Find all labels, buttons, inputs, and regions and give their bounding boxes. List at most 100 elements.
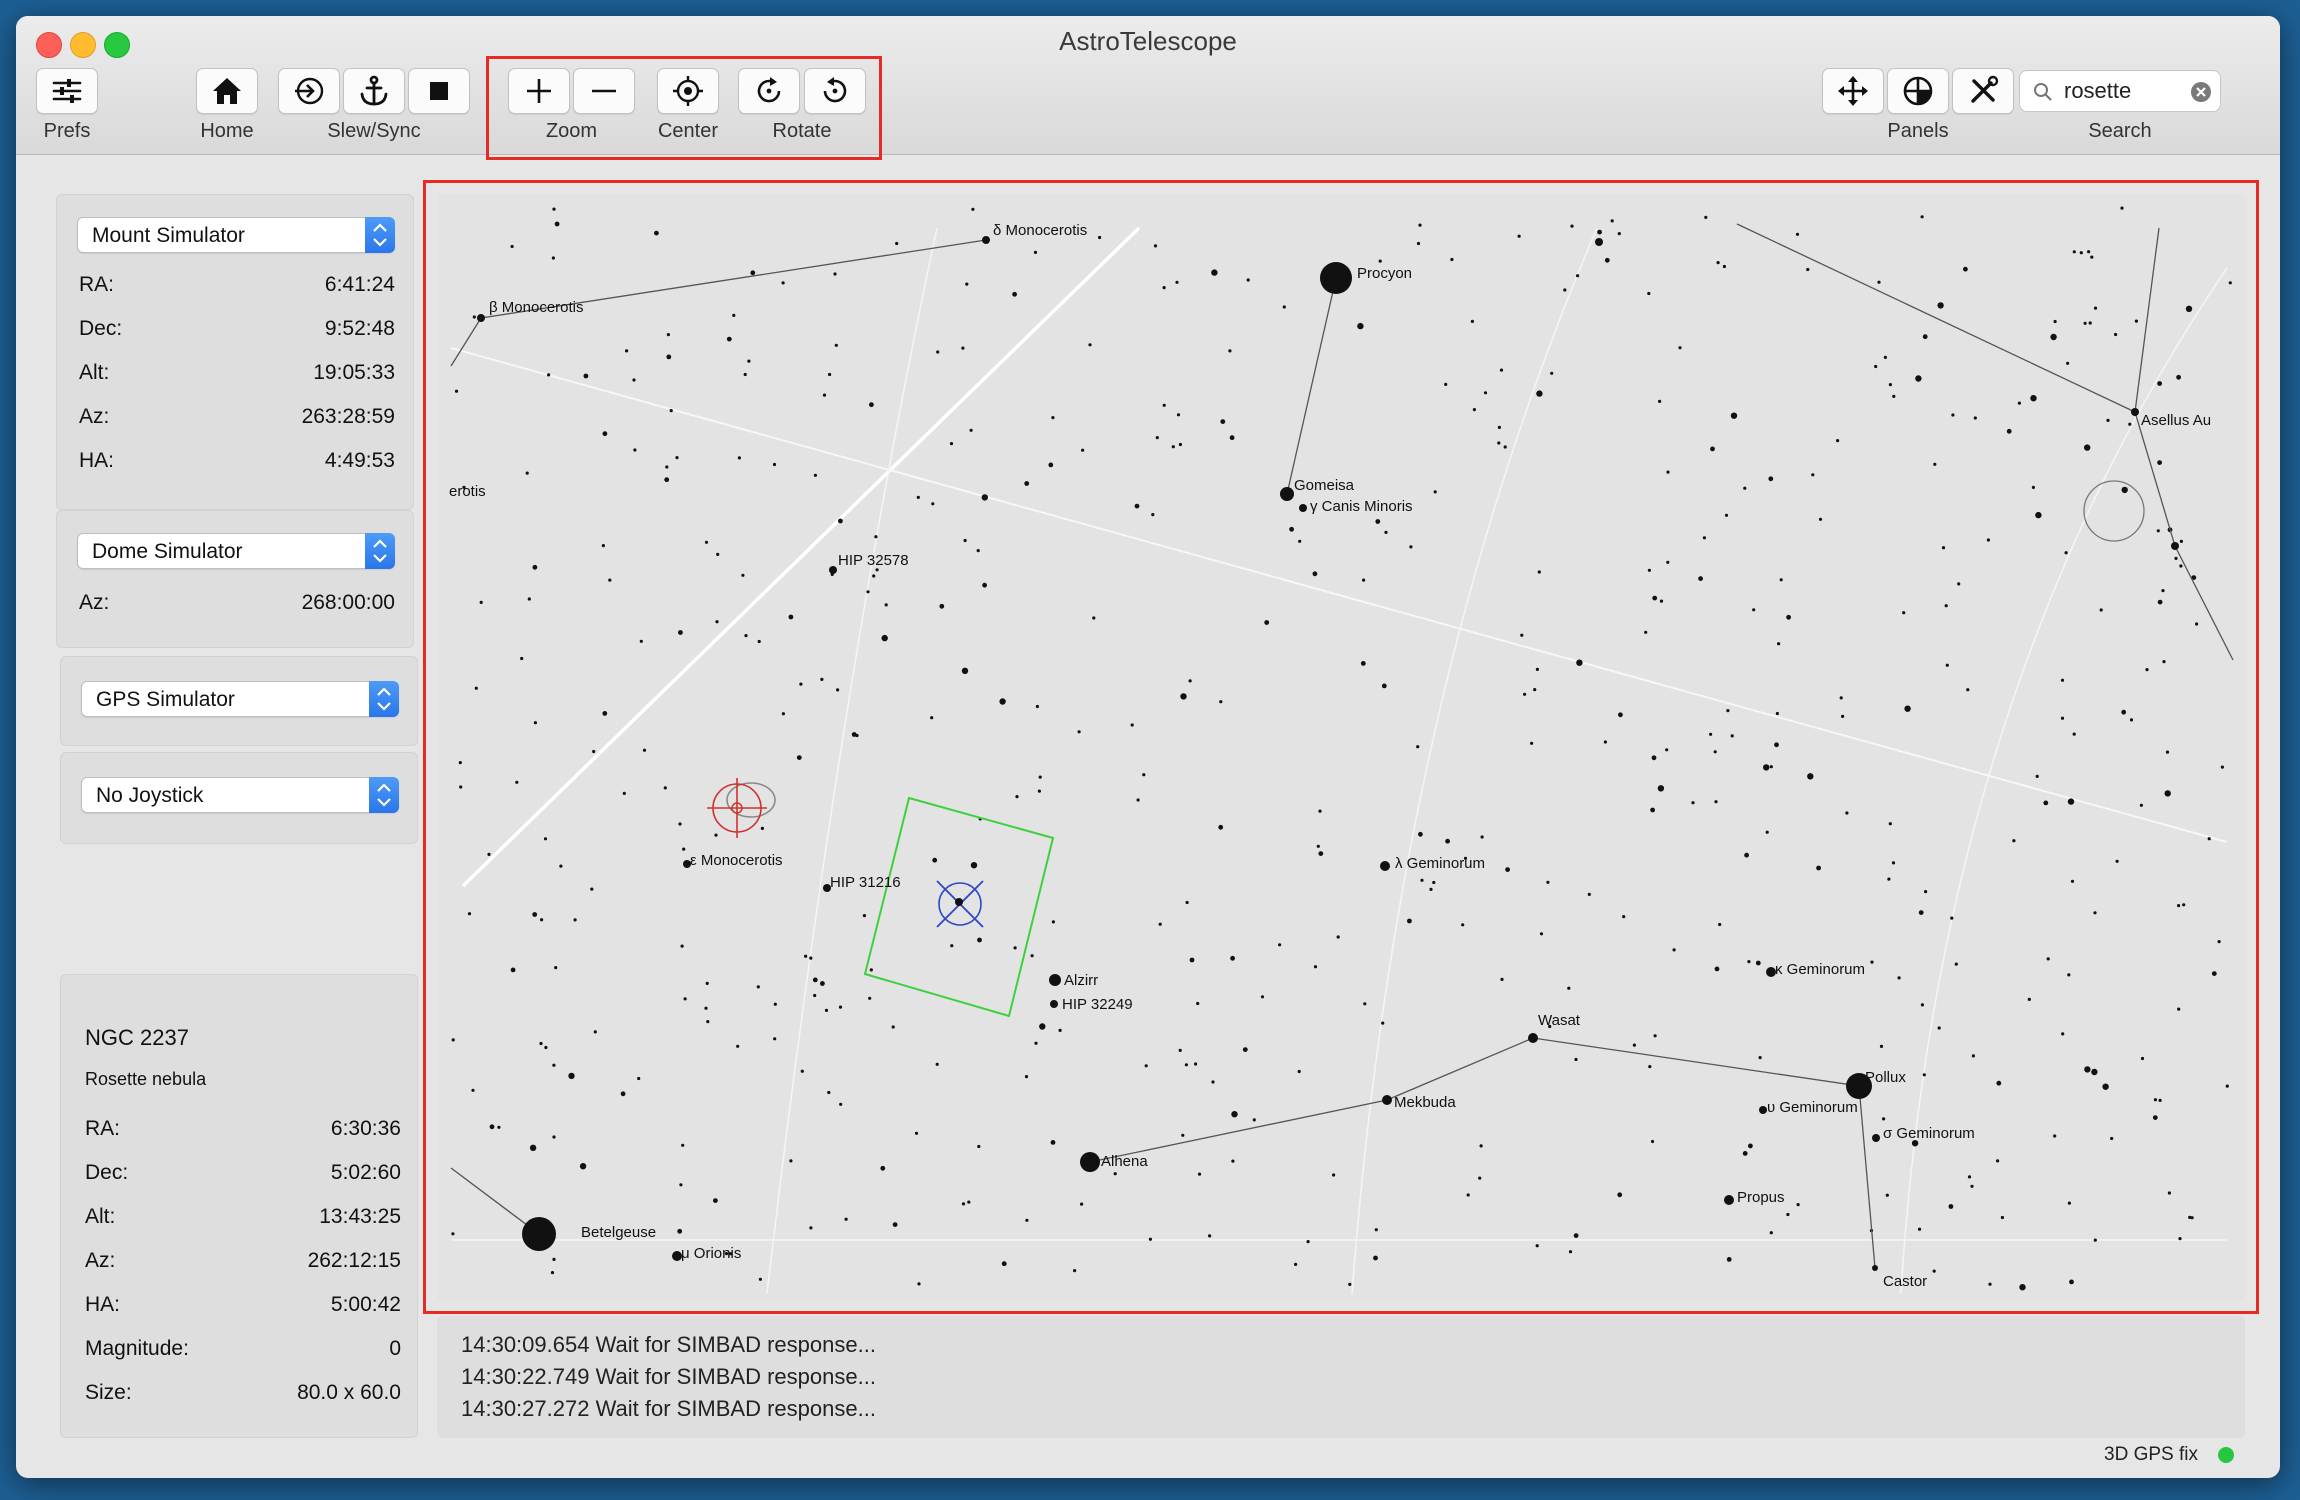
field-star: [967, 1200, 971, 1204]
open-cluster-marker[interactable]: [2083, 480, 2145, 542]
slew-button[interactable]: [278, 68, 340, 114]
field-star: [969, 428, 973, 432]
field-star: [2060, 678, 2065, 682]
field-star: [474, 686, 478, 690]
field-star: [2072, 732, 2076, 736]
named-star[interactable]: [1049, 974, 1061, 986]
field-star: [1722, 264, 1726, 269]
field-star: [1891, 861, 1896, 865]
field-star: [1229, 435, 1235, 441]
object-magnitude-key: Magnitude:: [85, 1337, 189, 1360]
dome-select[interactable]: Dome Simulator: [77, 533, 395, 569]
field-star: [2093, 911, 2097, 915]
prefs-button[interactable]: [36, 68, 98, 114]
named-star[interactable]: [1299, 504, 1307, 512]
field-star: [1920, 1003, 1924, 1007]
field-star: [1888, 822, 1892, 826]
field-star: [1278, 943, 1282, 947]
clear-icon[interactable]: [2190, 81, 2212, 103]
gps-select[interactable]: GPS Simulator: [81, 681, 399, 717]
field-star: [2153, 1098, 2157, 1102]
panels-label: Panels: [1887, 120, 1949, 142]
field-star: [1786, 614, 1791, 620]
field-star: [1786, 1212, 1790, 1217]
field-star: [2017, 401, 2021, 405]
field-star: [1480, 835, 1484, 839]
field-star: [1874, 364, 1878, 369]
home-button[interactable]: [196, 68, 258, 114]
log-line: 14:30:09.654 Wait for SIMBAD response...: [461, 1332, 876, 1357]
field-star: [773, 1002, 777, 1006]
target-marker[interactable]: [863, 796, 1055, 1018]
field-star: [2228, 281, 2232, 285]
field-star: [1951, 413, 1955, 417]
grid-panel-button[interactable]: [1887, 68, 1949, 114]
named-star[interactable]: [1528, 1033, 1538, 1043]
search-field[interactable]: [2019, 70, 2221, 112]
field-star: [1877, 280, 1881, 284]
named-star[interactable]: [1050, 1000, 1058, 1008]
named-star[interactable]: [1595, 238, 1603, 246]
field-star: [1702, 536, 1706, 540]
field-star: [1816, 865, 1821, 871]
field-star: [1714, 800, 1718, 804]
field-star: [809, 1226, 813, 1230]
named-star[interactable]: [1382, 1095, 1392, 1105]
field-star: [1730, 734, 1734, 738]
named-star[interactable]: [1080, 1152, 1100, 1172]
named-star[interactable]: [982, 236, 990, 244]
field-star: [1576, 659, 1583, 666]
stop-button[interactable]: [408, 68, 470, 114]
named-star[interactable]: [1724, 1195, 1734, 1205]
field-star: [1897, 976, 1901, 980]
field-star: [869, 402, 874, 408]
named-star[interactable]: [1759, 1106, 1767, 1114]
move-panel-button[interactable]: [1822, 68, 1884, 114]
field-star: [1617, 1192, 1623, 1198]
tools-panel-button[interactable]: [1952, 68, 2014, 114]
move-icon: [1838, 76, 1868, 106]
gps-select-value: GPS Simulator: [96, 688, 235, 711]
field-star: [489, 1124, 495, 1130]
field-star: [1098, 235, 1102, 240]
field-star: [1902, 611, 1906, 615]
sky-label-delta-monocerotis: δ Monocerotis: [993, 222, 1087, 239]
field-star: [1539, 932, 1544, 936]
sync-button[interactable]: [343, 68, 405, 114]
field-star: [1211, 1080, 1215, 1084]
joystick-select[interactable]: No Joystick: [81, 777, 399, 813]
field-star: [2099, 608, 2103, 612]
field-star: [547, 373, 551, 377]
sky-label-gamma-canis-minoris: γ Canis Minoris: [1310, 498, 1413, 515]
object-dec-value: 5:02:60: [330, 1161, 401, 1184]
named-star[interactable]: [1872, 1134, 1880, 1142]
named-star[interactable]: [2131, 408, 2139, 416]
field-star: [1433, 490, 1437, 494]
named-star[interactable]: [1320, 262, 1352, 294]
named-star[interactable]: [477, 314, 485, 322]
named-star[interactable]: [522, 1217, 556, 1251]
sky-label-epsilon-monocerotis: ε Monocerotis: [690, 852, 783, 869]
field-star: [1597, 229, 1602, 235]
mount-select[interactable]: Mount Simulator: [77, 217, 395, 253]
sky-label-castor: Castor: [1883, 1273, 1927, 1290]
named-star[interactable]: [1280, 487, 1294, 501]
named-star[interactable]: [955, 898, 963, 906]
field-star: [568, 1072, 575, 1080]
sky-map[interactable]: δ Monocerotis β Monocerotis erotis Procy…: [437, 194, 2245, 1300]
constellation-line: [2134, 227, 2160, 413]
sky-map-canvas[interactable]: δ Monocerotis β Monocerotis erotis Procy…: [437, 194, 2245, 1300]
mount-position-marker[interactable]: [707, 778, 776, 838]
named-star[interactable]: [2171, 542, 2179, 550]
field-star: [2064, 551, 2068, 555]
named-star[interactable]: [829, 566, 837, 574]
search-input[interactable]: [2064, 75, 2184, 107]
named-star[interactable]: [1872, 1265, 1878, 1271]
field-star: [2156, 529, 2160, 533]
field-star: [1647, 568, 1651, 572]
field-star: [1134, 503, 1140, 509]
field-star: [451, 1038, 455, 1042]
named-star[interactable]: [1380, 861, 1390, 871]
field-star: [1758, 1056, 1762, 1060]
field-star: [820, 677, 824, 681]
